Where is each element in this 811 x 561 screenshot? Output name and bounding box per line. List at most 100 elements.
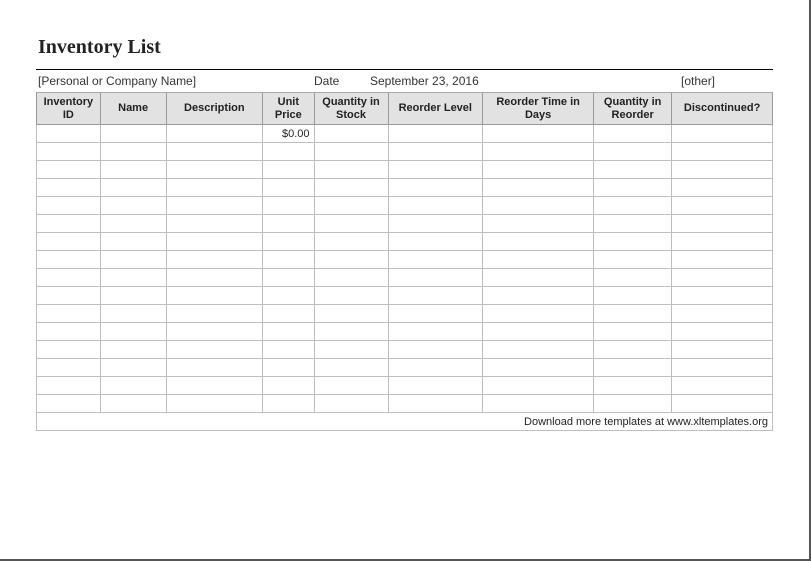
cell-description[interactable] [166,179,263,197]
cell-inventory_id[interactable] [37,323,101,341]
cell-name[interactable] [100,359,166,377]
cell-qty_in_reorder[interactable] [594,161,672,179]
cell-reorder_level[interactable] [388,269,483,287]
cell-discontinued[interactable] [672,305,773,323]
cell-unit_price[interactable] [263,305,314,323]
cell-qty_in_stock[interactable] [314,251,388,269]
cell-qty_in_reorder[interactable] [594,197,672,215]
cell-reorder_time_days[interactable] [483,143,594,161]
cell-name[interactable] [100,287,166,305]
cell-discontinued[interactable] [672,179,773,197]
cell-discontinued[interactable] [672,197,773,215]
cell-qty_in_reorder[interactable] [594,377,672,395]
cell-unit_price[interactable] [263,161,314,179]
cell-description[interactable] [166,161,263,179]
cell-qty_in_reorder[interactable] [594,341,672,359]
cell-reorder_time_days[interactable] [483,125,594,143]
cell-inventory_id[interactable] [37,251,101,269]
cell-discontinued[interactable] [672,395,773,413]
cell-discontinued[interactable] [672,215,773,233]
cell-description[interactable] [166,359,263,377]
cell-reorder_level[interactable] [388,359,483,377]
cell-reorder_level[interactable] [388,179,483,197]
cell-qty_in_stock[interactable] [314,287,388,305]
cell-description[interactable] [166,269,263,287]
cell-reorder_time_days[interactable] [483,233,594,251]
cell-qty_in_reorder[interactable] [594,305,672,323]
cell-qty_in_reorder[interactable] [594,287,672,305]
cell-reorder_time_days[interactable] [483,215,594,233]
cell-inventory_id[interactable] [37,125,101,143]
cell-discontinued[interactable] [672,251,773,269]
cell-inventory_id[interactable] [37,197,101,215]
cell-reorder_level[interactable] [388,323,483,341]
cell-unit_price[interactable] [263,323,314,341]
cell-reorder_level[interactable] [388,341,483,359]
cell-qty_in_stock[interactable] [314,341,388,359]
cell-reorder_time_days[interactable] [483,269,594,287]
cell-inventory_id[interactable] [37,143,101,161]
cell-reorder_level[interactable] [388,233,483,251]
cell-qty_in_reorder[interactable] [594,251,672,269]
cell-reorder_time_days[interactable] [483,179,594,197]
cell-discontinued[interactable] [672,323,773,341]
cell-unit_price[interactable]: $0.00 [263,125,314,143]
cell-reorder_time_days[interactable] [483,251,594,269]
cell-reorder_level[interactable] [388,215,483,233]
cell-reorder_time_days[interactable] [483,161,594,179]
cell-qty_in_stock[interactable] [314,215,388,233]
cell-unit_price[interactable] [263,179,314,197]
cell-reorder_time_days[interactable] [483,305,594,323]
cell-inventory_id[interactable] [37,233,101,251]
cell-unit_price[interactable] [263,215,314,233]
cell-qty_in_stock[interactable] [314,395,388,413]
cell-name[interactable] [100,161,166,179]
cell-qty_in_reorder[interactable] [594,395,672,413]
cell-qty_in_reorder[interactable] [594,179,672,197]
cell-unit_price[interactable] [263,287,314,305]
cell-qty_in_stock[interactable] [314,323,388,341]
cell-unit_price[interactable] [263,197,314,215]
cell-inventory_id[interactable] [37,161,101,179]
cell-name[interactable] [100,269,166,287]
cell-description[interactable] [166,251,263,269]
cell-qty_in_reorder[interactable] [594,323,672,341]
cell-reorder_time_days[interactable] [483,395,594,413]
cell-qty_in_stock[interactable] [314,161,388,179]
cell-name[interactable] [100,377,166,395]
cell-unit_price[interactable] [263,377,314,395]
cell-qty_in_reorder[interactable] [594,215,672,233]
cell-reorder_time_days[interactable] [483,377,594,395]
cell-discontinued[interactable] [672,161,773,179]
cell-inventory_id[interactable] [37,395,101,413]
cell-description[interactable] [166,143,263,161]
cell-qty_in_reorder[interactable] [594,269,672,287]
cell-qty_in_stock[interactable] [314,179,388,197]
cell-reorder_level[interactable] [388,395,483,413]
cell-name[interactable] [100,197,166,215]
cell-inventory_id[interactable] [37,179,101,197]
cell-reorder_level[interactable] [388,287,483,305]
cell-discontinued[interactable] [672,377,773,395]
cell-qty_in_reorder[interactable] [594,143,672,161]
cell-reorder_level[interactable] [388,197,483,215]
cell-inventory_id[interactable] [37,215,101,233]
cell-reorder_time_days[interactable] [483,197,594,215]
cell-unit_price[interactable] [263,233,314,251]
cell-reorder_level[interactable] [388,377,483,395]
cell-unit_price[interactable] [263,395,314,413]
cell-unit_price[interactable] [263,251,314,269]
cell-description[interactable] [166,197,263,215]
cell-name[interactable] [100,125,166,143]
cell-inventory_id[interactable] [37,269,101,287]
cell-description[interactable] [166,233,263,251]
cell-unit_price[interactable] [263,359,314,377]
cell-reorder_level[interactable] [388,143,483,161]
cell-qty_in_stock[interactable] [314,197,388,215]
cell-reorder_time_days[interactable] [483,287,594,305]
cell-description[interactable] [166,323,263,341]
cell-qty_in_stock[interactable] [314,305,388,323]
cell-name[interactable] [100,341,166,359]
cell-inventory_id[interactable] [37,359,101,377]
cell-discontinued[interactable] [672,359,773,377]
